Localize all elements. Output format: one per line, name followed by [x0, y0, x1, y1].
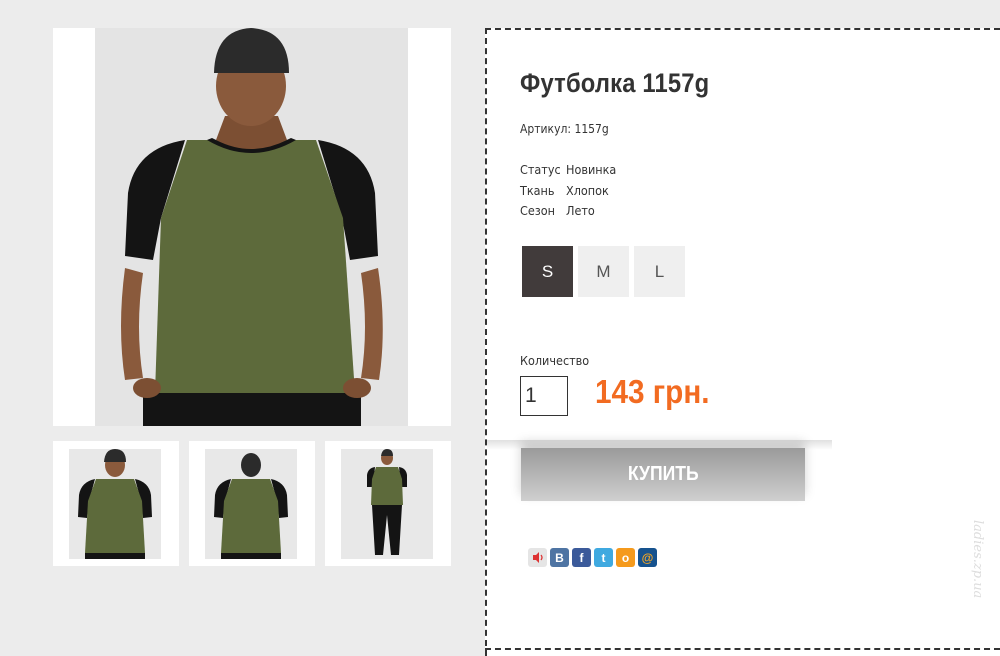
buy-button-label: КУПИТЬ [627, 463, 699, 485]
odnoklassniki-icon[interactable]: о [616, 548, 635, 567]
speaker-share-icon[interactable] [528, 548, 547, 567]
site-watermark: ladies.zp.ua [970, 520, 985, 599]
property-key: Сезон [520, 203, 556, 218]
property-row: Ткань Хлопок [520, 183, 622, 204]
size-selector: S M L [522, 246, 685, 297]
thumbnail-back[interactable] [189, 441, 315, 566]
property-value: Лето [566, 203, 595, 218]
thumbnail-back-image [205, 449, 297, 559]
vkontakte-icon[interactable]: В [550, 548, 569, 567]
buy-button[interactable]: КУПИТЬ [521, 448, 805, 501]
thumbnail-full-length[interactable] [325, 441, 451, 566]
facebook-icon[interactable]: f [572, 548, 591, 567]
size-option-m[interactable]: M [578, 246, 629, 297]
quantity-input[interactable] [520, 376, 568, 416]
property-value: Новинка [566, 162, 617, 177]
product-sku: Артикул: 1157g [520, 122, 609, 136]
social-share-bar: В f t о @ [528, 548, 657, 567]
product-info-panel: Футболка 1157g Артикул: 1157g Статус Нов… [485, 28, 1000, 656]
property-row: Сезон Лето [520, 203, 622, 224]
product-price: 143 грн. [595, 373, 710, 410]
product-properties: Статус Новинка Ткань Хлопок Сезон Лето [520, 162, 622, 224]
thumbnail-full-length-image [341, 449, 433, 559]
size-option-s[interactable]: S [522, 246, 573, 297]
main-product-photo[interactable] [53, 28, 451, 426]
mailru-icon[interactable]: @ [638, 548, 657, 567]
size-option-l[interactable]: L [634, 246, 685, 297]
property-key: Ткань [520, 182, 555, 198]
thumbnail-front-image [69, 449, 161, 559]
property-key: Статус [520, 162, 561, 177]
thumbnail-front[interactable] [53, 441, 179, 566]
quantity-label: Количество [520, 353, 590, 368]
property-row: Статус Новинка [520, 162, 622, 183]
twitter-icon[interactable]: t [594, 548, 613, 567]
product-title: Футболка 1157g [520, 68, 710, 98]
panel-bottom-border [485, 648, 1000, 650]
property-value: Хлопок [566, 182, 609, 198]
model-photo [95, 28, 408, 426]
